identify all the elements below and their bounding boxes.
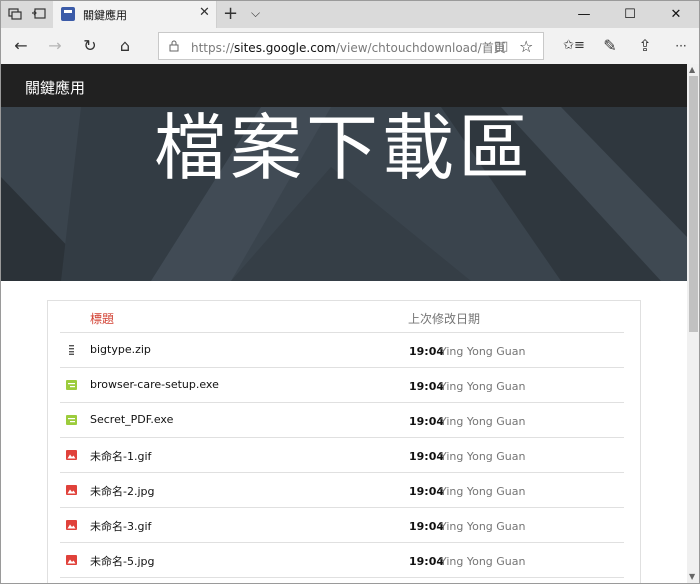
refresh-icon[interactable]: ↻ — [79, 35, 101, 57]
table-row[interactable]: 未命名-5.jpg 19:04 Ying Yong Guan — [60, 542, 624, 577]
exe-file-icon — [66, 380, 77, 390]
page-viewport: 關鍵應用 檔案下載區 標題 上次修改日期 bigtype.zip 19:04 Y… — [1, 64, 687, 583]
file-name[interactable]: 未命名-3.gif — [90, 518, 151, 534]
table-row-divider — [60, 577, 624, 583]
file-name[interactable]: 未命名-1.gif — [90, 448, 151, 464]
modified-by: Ying Yong Guan — [440, 345, 526, 358]
exe-file-icon — [66, 415, 77, 425]
image-file-icon — [66, 485, 77, 495]
banner-title: 檔案下載區 — [153, 107, 534, 190]
file-name[interactable]: 未命名-5.jpg — [90, 553, 155, 569]
modified-by: Ying Yong Guan — [440, 380, 526, 393]
set-aside-tabs-icon[interactable] — [31, 6, 47, 22]
modified-time: 19:04 — [409, 450, 445, 463]
modified-time: 19:04 — [409, 520, 445, 533]
home-icon[interactable]: ⌂ — [114, 35, 136, 57]
file-list-card: 標題 上次修改日期 bigtype.zip 19:04 Ying Yong Gu… — [47, 300, 641, 583]
file-name[interactable]: 未命名-2.jpg — [90, 483, 155, 499]
image-file-icon — [66, 555, 77, 565]
scrollbar-thumb[interactable] — [689, 76, 698, 332]
file-name[interactable]: Secret_PDF.exe — [90, 413, 173, 426]
modified-time: 19:04 — [409, 555, 445, 568]
favorites-hub-icon[interactable]: ✩≡ — [563, 35, 585, 57]
file-name[interactable]: bigtype.zip — [90, 343, 151, 356]
url-path: /view/chtouchdownload/首頁 — [335, 41, 506, 55]
address-toolbar: ← → ↻ ⌂ https://sites.google.com/view/ch… — [1, 28, 699, 64]
share-icon[interactable]: ⇪ — [634, 35, 656, 57]
modified-by: Ying Yong Guan — [440, 520, 526, 533]
table-row[interactable]: 未命名-2.jpg 19:04 Ying Yong Guan — [60, 472, 624, 507]
modified-time: 19:04 — [409, 485, 445, 498]
back-icon[interactable]: ← — [10, 35, 32, 57]
address-bar[interactable]: https://sites.google.com/view/chtouchdow… — [158, 32, 544, 60]
hero-banner: 檔案下載區 — [1, 107, 687, 281]
forward-icon[interactable]: → — [44, 35, 66, 57]
page-scrollbar[interactable]: ▲ ▼ — [687, 64, 699, 583]
table-row[interactable]: 未命名-3.gif 19:04 Ying Yong Guan — [60, 507, 624, 542]
tab-active[interactable]: 關鍵應用 ✕ — [53, 1, 217, 28]
browser-window: 關鍵應用 ✕ + ⌵ — ☐ ✕ ← → ↻ ⌂ https://sites.g… — [0, 0, 700, 584]
table-row[interactable]: browser-care-setup.exe 19:04 Ying Yong G… — [60, 367, 624, 402]
reading-view-icon[interactable]: ▯▯ — [494, 39, 508, 54]
image-file-icon — [66, 450, 77, 460]
tab-bar: 關鍵應用 ✕ + ⌵ — ☐ ✕ — [1, 1, 699, 28]
tab-dropdown-icon[interactable]: ⌵ — [251, 6, 260, 21]
modified-by: Ying Yong Guan — [440, 555, 526, 568]
file-name[interactable]: browser-care-setup.exe — [90, 378, 219, 391]
modified-time: 19:04 — [409, 415, 445, 428]
more-icon[interactable]: ··· — [670, 35, 692, 57]
column-header-title[interactable]: 標題 — [90, 310, 114, 327]
url-prefix: https:// — [191, 41, 235, 55]
web-notes-icon[interactable]: ✎ — [599, 35, 621, 57]
scroll-down-icon[interactable]: ▼ — [689, 572, 695, 581]
url-text[interactable]: https://sites.google.com/view/chtouchdow… — [191, 39, 506, 56]
image-file-icon — [66, 520, 77, 530]
tab-close-icon[interactable]: ✕ — [199, 6, 210, 20]
lock-icon — [169, 40, 179, 52]
new-tab-icon[interactable]: + — [223, 3, 238, 24]
table-row[interactable]: Secret_PDF.exe 19:04 Ying Yong Guan — [60, 402, 624, 437]
column-header-date[interactable]: 上次修改日期 — [408, 310, 480, 327]
site-name[interactable]: 關鍵應用 — [25, 77, 85, 98]
site-favicon-icon — [61, 7, 75, 21]
modified-by: Ying Yong Guan — [440, 485, 526, 498]
maximize-icon[interactable]: ☐ — [607, 1, 653, 28]
zip-file-icon — [69, 345, 74, 355]
modified-by: Ying Yong Guan — [440, 450, 526, 463]
url-host: sites.google.com — [234, 41, 336, 55]
close-window-icon[interactable]: ✕ — [653, 1, 699, 28]
site-header: 關鍵應用 — [1, 64, 687, 107]
tab-title: 關鍵應用 — [83, 9, 127, 22]
modified-time: 19:04 — [409, 380, 445, 393]
minimize-icon[interactable]: — — [561, 1, 607, 28]
modified-time: 19:04 — [409, 345, 445, 358]
modified-by: Ying Yong Guan — [440, 415, 526, 428]
table-row[interactable]: bigtype.zip 19:04 Ying Yong Guan — [60, 332, 624, 367]
favorite-star-icon[interactable]: ☆ — [519, 37, 533, 56]
scroll-up-icon[interactable]: ▲ — [689, 65, 695, 74]
table-row[interactable]: 未命名-1.gif 19:04 Ying Yong Guan — [60, 437, 624, 472]
tab-preview-icon[interactable] — [7, 6, 23, 22]
